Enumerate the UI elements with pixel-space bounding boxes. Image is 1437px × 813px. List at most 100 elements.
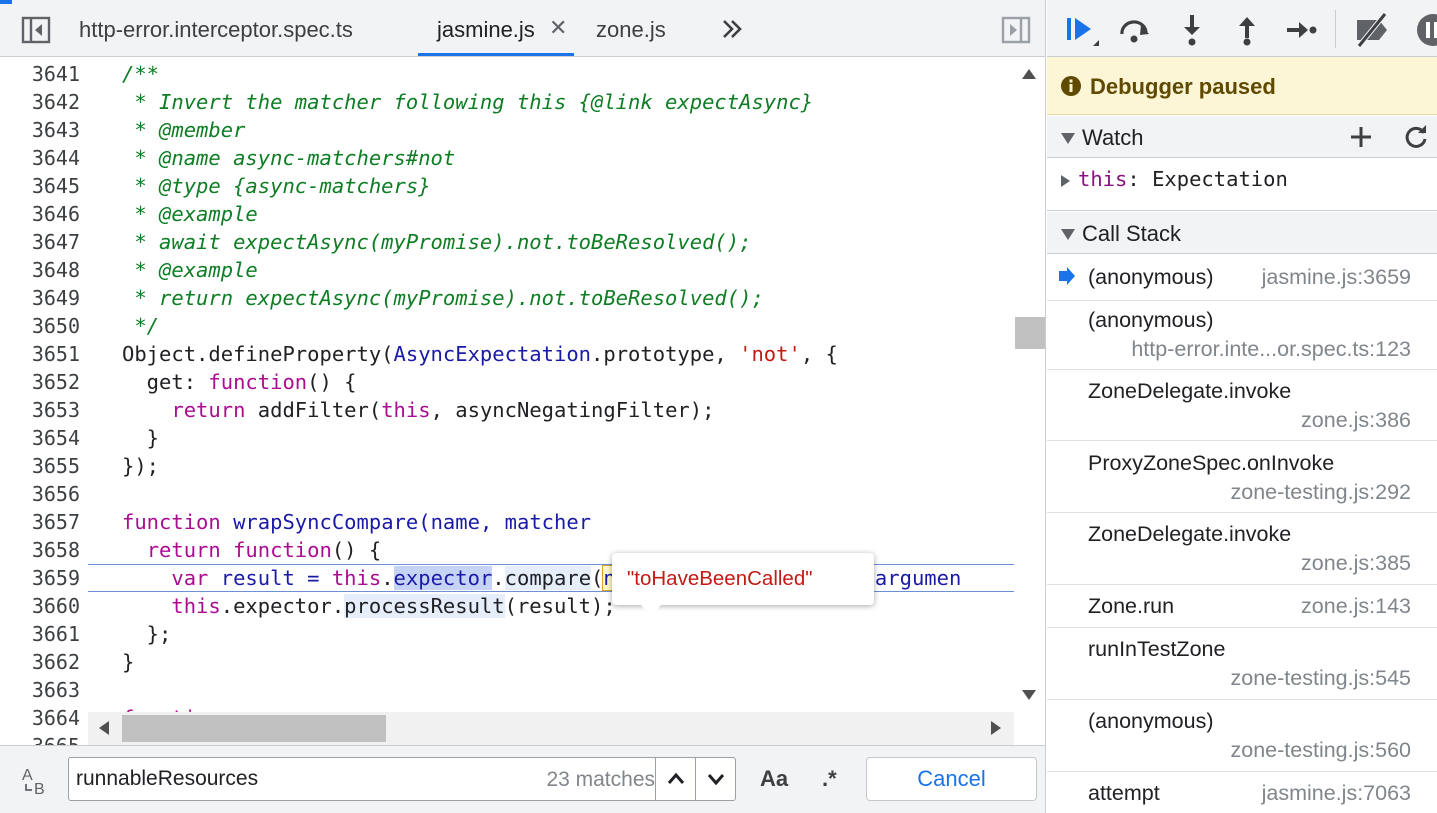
call-frame[interactable]: ProxyZoneSpec.onInvoke zone-testing.js:2… [1047,441,1437,513]
call-frame-location[interactable]: zone.js:143 [1301,594,1411,619]
scroll-left-arrow-icon[interactable] [99,721,109,735]
chevron-down-icon [707,774,725,786]
close-icon[interactable]: ✕ [549,16,567,40]
more-tabs-button[interactable] [718,14,746,44]
add-watch-button[interactable] [1347,123,1375,151]
code-token: wrapSyncCompare( [220,510,431,534]
code-token: .expector. [220,594,345,618]
call-frame[interactable]: (anonymous) zone-testing.js:560 [1047,700,1437,772]
line-number[interactable]: 3653 [0,396,80,424]
line-number[interactable]: 3662 [0,648,80,676]
active-tab-indicator [418,53,574,56]
line-number[interactable]: 3642 [0,88,80,116]
toggle-debugger-sidebar-button[interactable] [1000,14,1032,46]
line-number[interactable]: 3645 [0,172,80,200]
code-line: /** [122,62,160,86]
deactivate-breakpoints-icon [1357,12,1387,48]
scroll-right-arrow-icon[interactable] [991,721,1001,735]
call-frame-location[interactable]: http-error.inte...or.spec.ts:123 [1131,337,1411,362]
line-number[interactable]: 3658 [0,536,80,564]
line-number[interactable]: 3661 [0,620,80,648]
line-number[interactable]: 3652 [0,368,80,396]
call-frame-location[interactable]: zone-testing.js:292 [1231,480,1411,505]
call-frame-location[interactable]: jasmine.js:7063 [1262,781,1411,806]
toggle-navigator-button[interactable] [20,14,52,46]
code-line-current: var result = this.expector.compare(name,… [122,564,1014,592]
line-number[interactable]: 3664 [0,704,80,732]
code-line: }); [122,454,160,478]
call-frame-location[interactable]: zone-testing.js:560 [1231,738,1411,763]
line-number[interactable]: 3659 [0,564,80,592]
call-frame-location[interactable]: zone-testing.js:545 [1231,666,1411,691]
line-number[interactable]: 3648 [0,256,80,284]
search-input[interactable] [69,758,529,800]
line-number[interactable]: 3641 [0,60,80,88]
step-button[interactable] [1283,12,1319,48]
scroll-down-arrow-icon[interactable] [1022,690,1036,700]
line-number[interactable]: 3660 [0,592,80,620]
code-editor[interactable]: 3641 3642 3643 3644 3645 3646 3647 3648 … [0,57,1045,745]
step-into-button[interactable] [1174,12,1210,48]
line-number[interactable]: 3654 [0,424,80,452]
line-number[interactable]: 3647 [0,228,80,256]
call-frame[interactable]: attempt jasmine.js:7063 [1047,772,1437,813]
scroll-up-arrow-icon[interactable] [1022,69,1036,79]
previous-match-button[interactable] [655,758,695,800]
call-frame-location[interactable]: zone.js:386 [1301,408,1411,433]
watch-section-header[interactable]: Watch [1047,116,1437,158]
step-over-button[interactable] [1117,12,1153,48]
watch-expression-item[interactable]: this: Expectation [1047,159,1437,211]
horizontal-scrollbar-thumb[interactable] [122,715,386,742]
call-stack-section-header[interactable]: Call Stack [1047,212,1437,254]
line-number[interactable]: 3649 [0,284,80,312]
line-number[interactable]: 3644 [0,144,80,172]
match-case-button[interactable]: Aa [760,766,788,792]
code-line: * @name async-matchers#not [122,146,456,170]
call-frame-selected[interactable]: (anonymous) jasmine.js:3659 [1047,255,1437,301]
code-line: this.expector.processResult(result); [122,592,616,620]
call-frame[interactable]: (anonymous) http-error.inte...or.spec.ts… [1047,301,1437,370]
code-token: 'not' [739,342,801,366]
pause-on-exceptions-button[interactable] [1413,12,1437,48]
tab-jasmine-js[interactable]: jasmine.js [437,0,535,57]
cancel-button[interactable]: Cancel [866,757,1037,801]
deactivate-breakpoints-button[interactable] [1353,12,1393,48]
toolbar-divider [1335,10,1336,48]
vertical-scrollbar-thumb[interactable] [1015,317,1045,349]
resume-button[interactable] [1063,12,1103,48]
line-number[interactable]: 3656 [0,480,80,508]
line-number[interactable]: 3663 [0,676,80,704]
vertical-scrollbar[interactable] [1014,57,1045,712]
call-frame-name: Zone.run [1088,594,1175,618]
refresh-watch-button[interactable] [1401,122,1431,152]
call-frame[interactable]: ZoneDelegate.invoke zone.js:386 [1047,370,1437,441]
line-number[interactable]: 3643 [0,116,80,144]
call-frame[interactable]: ZoneDelegate.invoke zone.js:385 [1047,513,1437,585]
line-number[interactable]: 3657 [0,508,80,536]
variable-value-popover: "toHaveBeenCalled" [612,553,874,616]
tab-http-error-interceptor-spec[interactable]: http-error.interceptor.spec.ts [79,0,353,57]
line-number[interactable]: 3650 [0,312,80,340]
call-frame[interactable]: runInTestZone zone-testing.js:545 [1047,628,1437,700]
collapsed-triangle-icon[interactable] [1061,175,1070,187]
call-frame[interactable]: Zone.run zone.js:143 [1047,585,1437,628]
line-number[interactable]: 3646 [0,200,80,228]
next-match-button[interactable] [695,758,735,800]
step-out-icon [1239,17,1255,46]
call-frame-location[interactable]: zone.js:385 [1301,551,1411,576]
line-number[interactable]: 3651 [0,340,80,368]
regex-button[interactable]: .* [822,766,837,792]
code-line: } [122,426,160,450]
tab-zone-js[interactable]: zone.js [596,0,666,57]
step-out-button[interactable] [1229,12,1265,48]
code-token: return [146,538,221,562]
current-frame-arrow-icon [1059,267,1075,285]
line-number-gutter[interactable]: 3641 3642 3643 3644 3645 3646 3647 3648 … [0,57,88,745]
code-token: get: [122,370,209,394]
code-token: () { [331,538,382,562]
line-number[interactable]: 3655 [0,452,80,480]
line-number[interactable]: 3665 [0,732,80,745]
replace-toggle-button[interactable]: AB [18,762,54,798]
call-frame-location[interactable]: jasmine.js:3659 [1262,265,1411,290]
